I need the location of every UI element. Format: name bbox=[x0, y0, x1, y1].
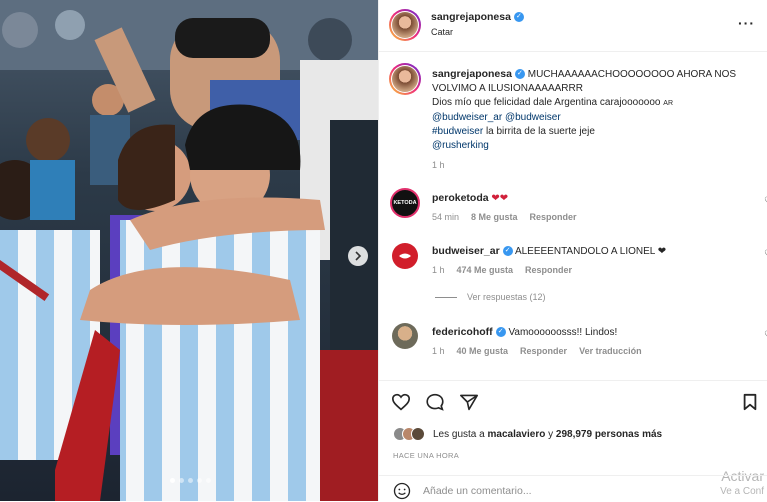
translate-button[interactable]: Ver traducción bbox=[579, 344, 642, 358]
add-comment-bar[interactable]: Añade un comentario... bbox=[379, 475, 767, 502]
mention-link[interactable]: @rusherking bbox=[432, 140, 489, 151]
carousel-dot bbox=[206, 478, 211, 483]
comment-author[interactable]: budweiser_ar bbox=[432, 245, 500, 257]
caption-avatar[interactable] bbox=[389, 63, 421, 95]
chevron-right-icon bbox=[355, 251, 362, 261]
post-timestamp: HACE UNA HORA bbox=[393, 451, 459, 460]
add-comment-input[interactable]: Añade un comentario... bbox=[423, 485, 532, 497]
photo-illustration bbox=[0, 0, 378, 501]
mention-link[interactable]: @budweiser_ar bbox=[432, 112, 502, 123]
like-heart-icon[interactable] bbox=[391, 393, 411, 411]
verified-badge-icon: ✓ bbox=[513, 12, 524, 23]
caption-author[interactable]: sangrejaponesa bbox=[432, 68, 512, 80]
comment-time: 54 min bbox=[432, 212, 460, 222]
carousel-dot bbox=[197, 478, 202, 483]
author-avatar[interactable] bbox=[389, 9, 421, 41]
liker-avatar bbox=[411, 427, 425, 441]
carousel-dot bbox=[188, 478, 193, 483]
reply-button[interactable]: Responder bbox=[520, 344, 567, 358]
caption-hashtag-text: la birrita de la suerte jeje bbox=[485, 126, 595, 137]
likes-user[interactable]: macalaviero bbox=[488, 429, 546, 440]
comment-item: peroketoda ❤❤ 54 min 8 Me gusta Responde… bbox=[432, 191, 767, 224]
likes-suffix[interactable]: más bbox=[642, 429, 662, 440]
hashtag-link[interactable]: #budweiser bbox=[432, 126, 483, 137]
post-header: sangrejaponesa ✓ Catar ··· bbox=[379, 0, 767, 52]
comment-text: ❤❤ bbox=[491, 193, 509, 204]
comment-bubble-icon[interactable] bbox=[425, 393, 445, 411]
carousel-dot bbox=[179, 478, 184, 483]
more-options-icon[interactable]: ··· bbox=[738, 15, 755, 31]
mention-link[interactable]: @budweiser bbox=[505, 112, 561, 123]
post-side-panel: sangrejaponesa ✓ Catar ··· sangrejaponesa… bbox=[378, 0, 767, 501]
post-location[interactable]: Catar bbox=[431, 27, 453, 37]
comment-text: ALEEEENTANDOLO A LIONEL ❤ bbox=[514, 246, 667, 257]
comment-time: 1 h bbox=[432, 346, 445, 356]
comment-item: budweiser_ar ✓ ALEEEENTANDOLO A LIONEL ❤ … bbox=[432, 244, 767, 277]
flag-tag: AR bbox=[663, 100, 674, 107]
comment-avatar[interactable] bbox=[392, 323, 418, 349]
carousel-next-button[interactable] bbox=[348, 246, 368, 266]
share-send-icon[interactable] bbox=[459, 393, 479, 411]
caption-time: 1 h bbox=[432, 160, 445, 170]
verified-badge-icon: ✓ bbox=[495, 327, 506, 338]
post-actions bbox=[391, 393, 479, 411]
likes-summary[interactable]: Les gusta a macalaviero y 298,979 person… bbox=[393, 427, 662, 441]
carousel-dots bbox=[170, 478, 211, 483]
post-footer: Les gusta a macalaviero y 298,979 person… bbox=[379, 380, 767, 501]
emoji-icon[interactable] bbox=[393, 482, 411, 500]
comment-text: Vamoooooosss!! Lindos! bbox=[508, 327, 618, 338]
carousel-dot bbox=[170, 478, 175, 483]
post-caption: sangrejaponesa ✓ MUCHAAAAAACHOOOOOOOO AHO… bbox=[432, 67, 752, 173]
verified-badge-icon: ✓ bbox=[514, 69, 525, 80]
likes-count[interactable]: 298,979 personas bbox=[556, 429, 639, 440]
likes-mid: y bbox=[548, 428, 554, 440]
comment-avatar[interactable] bbox=[392, 243, 418, 269]
save-bookmark-icon[interactable] bbox=[742, 393, 758, 411]
reply-button[interactable]: Responder bbox=[525, 263, 572, 277]
verified-badge-icon: ✓ bbox=[502, 246, 513, 257]
caption-line2: Dios mío que felicidad dale Argentina ca… bbox=[432, 97, 661, 108]
comment-author[interactable]: federicohoff bbox=[432, 326, 493, 338]
comment-likes[interactable]: 474 Me gusta bbox=[457, 263, 514, 277]
reply-button[interactable]: Responder bbox=[530, 210, 577, 224]
post-photo bbox=[0, 0, 378, 501]
author-username[interactable]: sangrejaponesa bbox=[431, 11, 511, 23]
comment-item: federicohoff ✓ Vamoooooosss!! Lindos! 1 h… bbox=[432, 325, 767, 358]
comment-author[interactable]: peroketoda bbox=[432, 192, 489, 204]
comment-time: 1 h bbox=[432, 265, 445, 275]
comment-likes[interactable]: 8 Me gusta bbox=[471, 210, 518, 224]
view-replies-button[interactable]: Ver respuestas (12) bbox=[435, 292, 546, 302]
comment-avatar[interactable]: KETODA bbox=[390, 188, 420, 218]
likes-prefix: Les gusta a bbox=[433, 428, 485, 440]
view-replies-label: Ver respuestas (12) bbox=[467, 292, 546, 302]
comment-likes[interactable]: 40 Me gusta bbox=[457, 344, 509, 358]
